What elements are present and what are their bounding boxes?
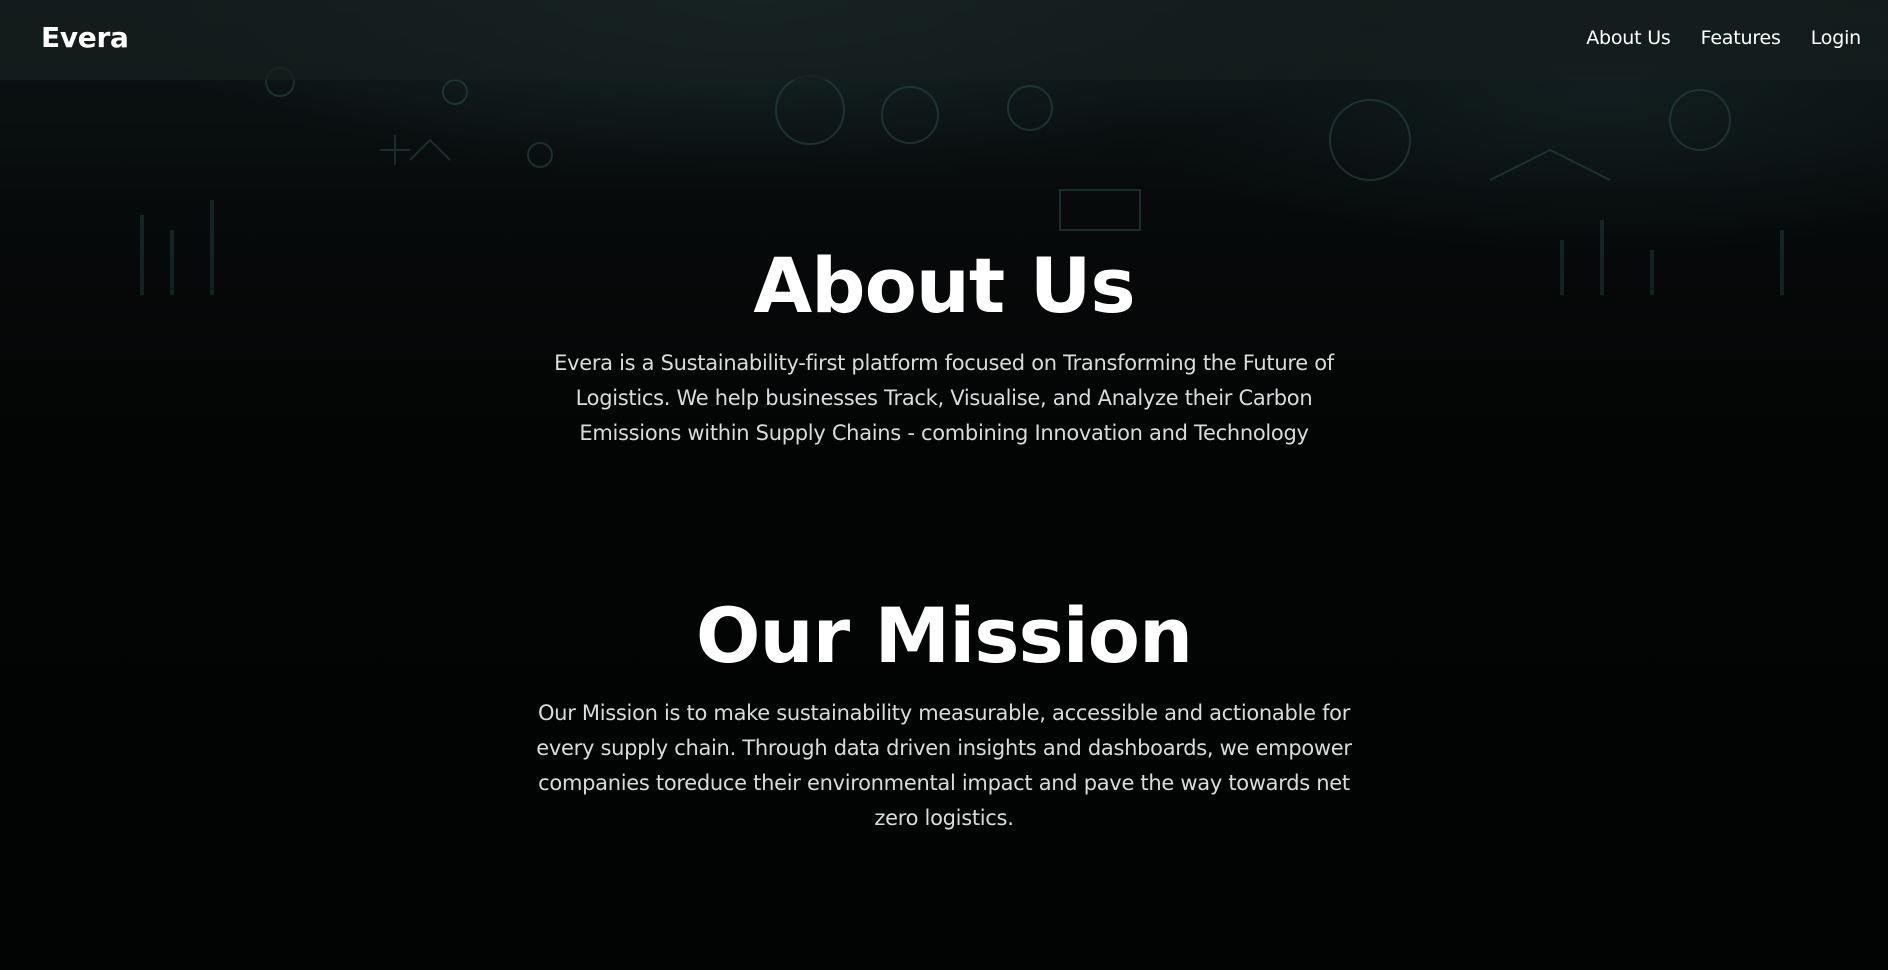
nav-link-login[interactable]: Login: [1811, 27, 1861, 49]
nav-links: About Us Features Login: [1586, 27, 1861, 49]
mission-description: Our Mission is to make sustainability me…: [536, 701, 1352, 830]
nav-link-about-us[interactable]: About Us: [1586, 27, 1671, 49]
about-title: About Us: [753, 241, 1135, 330]
nav-link-features[interactable]: Features: [1701, 27, 1781, 49]
mission-section: Our Mission Our Mission is to make susta…: [0, 598, 1888, 836]
about-section: About Us Evera is a Sustainability-first…: [0, 248, 1888, 451]
landing-page: Evera About Us Features Login About Us E…: [0, 0, 1888, 970]
about-description: Evera is a Sustainability-first platform…: [554, 351, 1334, 445]
top-navbar: Evera About Us Features Login: [0, 0, 1888, 80]
brand-logo[interactable]: Evera: [41, 21, 129, 54]
mission-title: Our Mission: [695, 591, 1193, 680]
